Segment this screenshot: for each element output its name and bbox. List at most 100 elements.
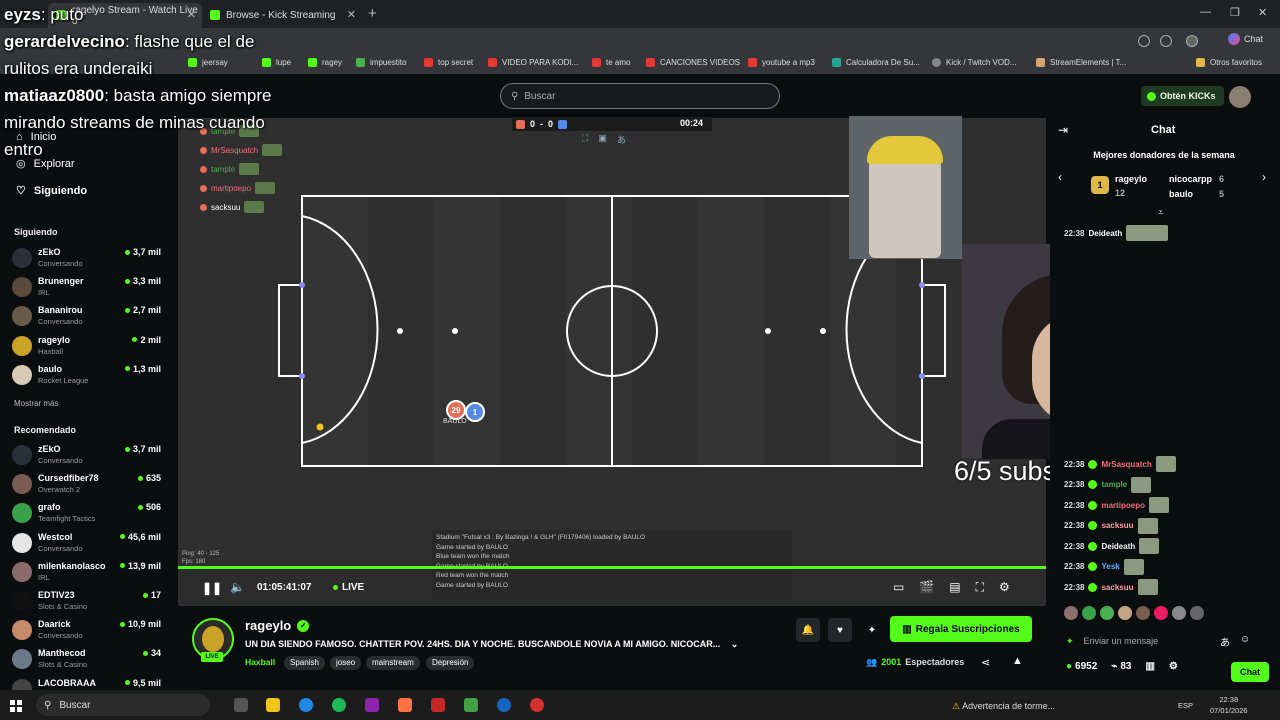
- chat-send-button[interactable]: Chat: [1231, 662, 1269, 682]
- edge-icon[interactable]: [299, 698, 313, 712]
- sidebar-channel[interactable]: grafo Teamfight Tactics 506: [12, 501, 162, 529]
- gift-subscriptions-button[interactable]: ▥ Regala Suscripciones: [890, 616, 1032, 642]
- bookmark-item[interactable]: StreamElements | T...: [1036, 58, 1126, 67]
- copilot-chat-button[interactable]: Chat: [1228, 33, 1263, 45]
- chat-user[interactable]: Yesk: [1101, 562, 1119, 571]
- minimize-button[interactable]: —: [1200, 6, 1211, 18]
- steam-icon[interactable]: [497, 698, 511, 712]
- other-bookmarks[interactable]: Otros favoritos: [1195, 58, 1262, 67]
- bookmark-item[interactable]: ragey: [308, 58, 342, 67]
- bookmark-item[interactable]: CANCIONES VIDEOS: [646, 58, 740, 67]
- chevron-down-icon[interactable]: ⌄: [731, 639, 739, 649]
- file-explorer-icon[interactable]: [266, 698, 280, 712]
- clip-icon[interactable]: 🎬: [919, 580, 934, 595]
- sidebar-channel[interactable]: Westcol Conversando 45,6 mil: [12, 531, 162, 559]
- emote-icon[interactable]: [1118, 606, 1132, 620]
- boost-icon[interactable]: ✦: [860, 618, 884, 642]
- taskbar-clock[interactable]: 22:38 07/01/2026: [1210, 694, 1248, 716]
- chat-user[interactable]: Deideath: [1088, 229, 1122, 238]
- stream-category-link[interactable]: Haxball: [245, 657, 275, 667]
- live-indicator[interactable]: LIVE: [333, 582, 364, 593]
- video-game-icon[interactable]: ▣: [598, 133, 607, 147]
- windows-start-icon[interactable]: [10, 700, 22, 712]
- translate-icon[interactable]: あ: [1220, 634, 1230, 649]
- search-input[interactable]: ⚲ Buscar: [500, 83, 780, 109]
- sidebar-channel[interactable]: EDTIV23 Slots & Casino 17: [12, 589, 162, 617]
- restore-button[interactable]: ❐: [1230, 6, 1240, 19]
- bookmark-item[interactable]: youtube a mp3: [748, 58, 815, 67]
- report-warning-icon[interactable]: ▲: [1012, 655, 1023, 667]
- sidebar-channel[interactable]: zEkO Conversando 3,7 mil: [12, 443, 162, 471]
- chat-user[interactable]: sacksuu: [1101, 521, 1133, 530]
- taskbar-search[interactable]: ⚲ Buscar: [36, 694, 210, 716]
- emote-icon[interactable]: [1172, 606, 1186, 620]
- emote-icon[interactable]: [1136, 606, 1150, 620]
- chat-user[interactable]: tample: [1101, 480, 1127, 489]
- sidebar-channel[interactable]: rageylo Haxball 2 mil: [12, 334, 162, 362]
- emote-icon[interactable]: [1100, 606, 1114, 620]
- theater-mode-icon[interactable]: ▤: [949, 580, 960, 595]
- bookmark-item[interactable]: impuestito: [356, 58, 406, 67]
- fullscreen-icon[interactable]: ⛶: [976, 580, 984, 595]
- bookmark-item[interactable]: Kick / Twitch VOD...: [932, 58, 1017, 67]
- chat-settings-icon[interactable]: ⚙: [1169, 661, 1178, 672]
- chevron-right-icon[interactable]: ›: [1262, 170, 1266, 184]
- bookmark-item[interactable]: top secret: [424, 58, 473, 67]
- volume-icon[interactable]: 🔈: [230, 580, 245, 594]
- emote-icon[interactable]: [1064, 606, 1078, 620]
- settings-gear-icon[interactable]: ⚙: [999, 580, 1010, 595]
- nav-siguiendo[interactable]: ♡ Siguiendo: [16, 184, 87, 198]
- sidebar-channel[interactable]: Bananirou Conversando 2,7 mil: [12, 304, 162, 332]
- expand-donors-icon[interactable]: ⩡: [1158, 207, 1163, 218]
- streamer-name[interactable]: rageylo ✓: [245, 618, 310, 633]
- kicks-balance[interactable]: ● 6952: [1066, 661, 1097, 672]
- donor-name[interactable]: nicocarpp: [1169, 174, 1212, 184]
- emote-icon[interactable]: [1190, 606, 1204, 620]
- fullscreen-game-icon[interactable]: ⛶: [582, 133, 588, 147]
- chevron-left-icon[interactable]: ‹: [1058, 170, 1062, 184]
- chat-user[interactable]: martipoepo: [1101, 501, 1145, 510]
- sidebar-channel[interactable]: zEkO Conversando 3,7 mil: [12, 246, 162, 274]
- collapse-chat-icon[interactable]: ⇥: [1058, 123, 1068, 137]
- gifts-balance[interactable]: ⌁ 83: [1111, 661, 1131, 672]
- sidebar-channel[interactable]: Daarick Conversando 10,9 mil: [12, 618, 162, 646]
- stream-tag[interactable]: joseo: [330, 656, 362, 670]
- profile-icon[interactable]: [1186, 35, 1198, 47]
- user-avatar[interactable]: [1229, 86, 1251, 108]
- chat-user[interactable]: MrSasquatch: [1101, 460, 1151, 469]
- sidebar-channel[interactable]: Manthecod Slots & Casino 34: [12, 647, 162, 675]
- tab-close-icon[interactable]: ✕: [347, 8, 356, 21]
- chrome-icon[interactable]: [530, 698, 544, 712]
- notifications-bell-icon[interactable]: 🔔: [796, 618, 820, 642]
- task-view-icon[interactable]: [234, 698, 248, 712]
- extensions-icon[interactable]: [1160, 35, 1172, 47]
- emoji-icon[interactable]: ☺: [1240, 634, 1250, 649]
- spotify-icon[interactable]: [332, 698, 346, 712]
- stream-tag[interactable]: Spanish: [284, 656, 325, 670]
- stream-tag[interactable]: mainstream: [366, 656, 420, 670]
- bookmark-item[interactable]: te amo: [592, 58, 630, 67]
- firefox-icon[interactable]: [398, 698, 412, 712]
- miniplayer-icon[interactable]: ▭: [893, 580, 904, 595]
- obtain-kicks-button[interactable]: Obtén KICKs: [1141, 86, 1224, 106]
- sidebar-channel[interactable]: milenkanolasco IRL 13,9 mil: [12, 560, 162, 588]
- chat-user[interactable]: Deideath: [1101, 542, 1135, 551]
- new-tab-button[interactable]: +: [368, 5, 377, 22]
- app-icon[interactable]: [431, 698, 445, 712]
- gift-icon[interactable]: ▥: [1145, 661, 1154, 672]
- weather-widget[interactable]: ⚠ Advertencia de torme...: [952, 701, 1055, 712]
- app-icon[interactable]: [464, 698, 478, 712]
- donor-name[interactable]: baulo: [1169, 189, 1193, 199]
- sidebar-channel[interactable]: Cursedfiber78 Overwatch 2 635: [12, 472, 162, 500]
- sidebar-channel[interactable]: Brunenger IRL 3,3 mil: [12, 275, 162, 303]
- sidebar-channel[interactable]: baulo Rocket League 1,3 mil: [12, 363, 162, 391]
- bookmark-item[interactable]: VIDEO PARA KODI...: [488, 58, 578, 67]
- close-window-button[interactable]: ✕: [1258, 6, 1267, 19]
- translate-game-icon[interactable]: あ: [617, 133, 626, 147]
- show-more-link[interactable]: Mostrar más: [14, 399, 58, 408]
- emote-icon[interactable]: [1154, 606, 1168, 620]
- bookmark-star-icon[interactable]: [1138, 35, 1150, 47]
- share-icon[interactable]: ⋖: [981, 656, 990, 669]
- app-icon[interactable]: [365, 698, 379, 712]
- chat-user[interactable]: sacksuu: [1101, 583, 1133, 592]
